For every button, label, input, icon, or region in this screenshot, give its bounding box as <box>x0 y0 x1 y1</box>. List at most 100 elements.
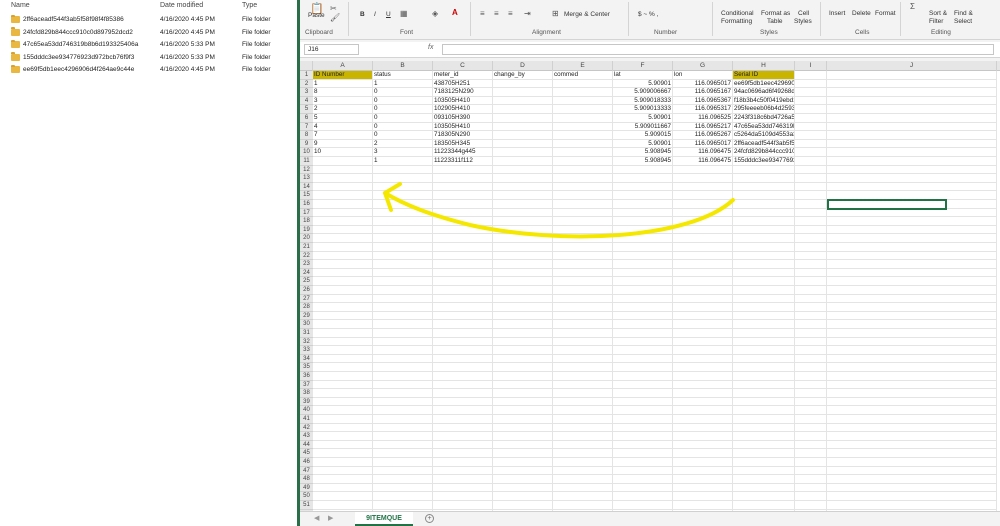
cell[interactable] <box>553 346 613 355</box>
row-header[interactable]: 48 <box>300 475 313 484</box>
cell[interactable] <box>827 208 997 218</box>
row-header[interactable]: 28 <box>300 303 313 312</box>
cell[interactable] <box>613 449 673 458</box>
cell[interactable] <box>493 148 553 157</box>
cell[interactable] <box>673 320 733 329</box>
cell[interactable] <box>373 260 433 269</box>
cell[interactable] <box>673 286 733 295</box>
cell[interactable] <box>553 329 613 338</box>
row-header[interactable]: 33 <box>300 346 313 355</box>
row-header[interactable]: 16 <box>300 200 313 209</box>
row-header[interactable]: 7 <box>300 122 313 132</box>
cell[interactable] <box>433 423 493 433</box>
cell[interactable] <box>373 208 433 218</box>
cell[interactable] <box>373 346 433 355</box>
cell[interactable] <box>313 432 373 441</box>
cell[interactable] <box>493 88 553 97</box>
row-header[interactable]: 27 <box>300 294 313 304</box>
cell[interactable] <box>795 260 827 269</box>
cell[interactable] <box>613 268 673 278</box>
cell[interactable] <box>795 174 827 183</box>
cell[interactable] <box>733 303 795 312</box>
row-header[interactable]: 39 <box>300 397 313 407</box>
row-header[interactable]: 31 <box>300 329 313 338</box>
cell[interactable]: lon <box>673 71 733 80</box>
row-header[interactable]: 46 <box>300 458 313 467</box>
cell-styles-label2[interactable]: Styles <box>794 18 812 25</box>
cell[interactable] <box>553 363 613 372</box>
cell[interactable] <box>433 483 493 493</box>
cell[interactable] <box>733 217 795 226</box>
cell[interactable] <box>795 423 827 433</box>
cell[interactable]: 438705H251 <box>433 79 493 89</box>
cell[interactable] <box>493 458 553 467</box>
cell[interactable] <box>553 372 613 381</box>
cell[interactable] <box>795 363 827 372</box>
cell[interactable]: 3 <box>373 148 433 157</box>
cell[interactable] <box>433 415 493 424</box>
cell[interactable] <box>433 397 493 407</box>
cell[interactable] <box>733 260 795 269</box>
cell[interactable] <box>373 483 433 493</box>
cell[interactable] <box>493 114 553 123</box>
cell[interactable] <box>553 475 613 484</box>
cell[interactable] <box>433 174 493 183</box>
align-left-icon[interactable]: ≡ <box>480 9 485 18</box>
cell[interactable] <box>493 217 553 226</box>
cell[interactable] <box>493 139 553 149</box>
cell[interactable]: 2 <box>373 139 433 149</box>
cell[interactable] <box>733 458 795 467</box>
cell[interactable] <box>493 397 553 407</box>
cell[interactable] <box>493 234 553 243</box>
cell[interactable] <box>433 311 493 321</box>
cell[interactable] <box>827 182 997 192</box>
cell[interactable] <box>433 337 493 347</box>
cell[interactable] <box>433 354 493 364</box>
conditional-formatting-button[interactable]: Conditional <box>721 10 754 17</box>
cell[interactable] <box>553 200 613 209</box>
format-painter-icon[interactable]: 🖌 <box>330 13 340 22</box>
cell[interactable]: 1 <box>313 79 373 89</box>
cell[interactable] <box>673 397 733 407</box>
cell[interactable] <box>613 466 673 476</box>
cell[interactable] <box>827 346 997 355</box>
cell[interactable] <box>613 406 673 415</box>
cell[interactable] <box>493 191 553 200</box>
cell[interactable]: 9 <box>313 139 373 149</box>
cell[interactable] <box>553 397 613 407</box>
cell[interactable] <box>795 501 827 510</box>
row-header[interactable]: 8 <box>300 131 313 140</box>
cell[interactable] <box>373 294 433 304</box>
selected-cell-J16[interactable] <box>827 199 947 210</box>
cell[interactable] <box>553 251 613 261</box>
cell[interactable]: 155dddc3ee934776923d972bcb76f9f3 <box>733 157 795 166</box>
cell[interactable] <box>673 466 733 476</box>
cell[interactable] <box>433 320 493 329</box>
cell[interactable] <box>613 217 673 226</box>
cell[interactable] <box>613 492 673 501</box>
cell[interactable] <box>553 423 613 433</box>
cell[interactable] <box>673 225 733 235</box>
cell[interactable] <box>433 346 493 355</box>
cell[interactable] <box>733 415 795 424</box>
row-header[interactable]: 9 <box>300 139 313 149</box>
cell[interactable]: 116.0965317 <box>673 105 733 114</box>
cell[interactable] <box>827 492 997 501</box>
row-header[interactable]: 42 <box>300 423 313 433</box>
cell[interactable] <box>493 105 553 114</box>
cell[interactable] <box>795 122 827 132</box>
format-button[interactable]: Format <box>875 10 896 17</box>
row-header[interactable]: 47 <box>300 466 313 476</box>
cell[interactable] <box>613 329 673 338</box>
row-header[interactable]: 25 <box>300 277 313 286</box>
cell[interactable] <box>493 260 553 269</box>
row-header[interactable]: 19 <box>300 225 313 235</box>
cell[interactable] <box>493 337 553 347</box>
cell[interactable] <box>313 423 373 433</box>
cell[interactable] <box>433 182 493 192</box>
column-header-I[interactable]: I <box>795 61 827 71</box>
cell[interactable] <box>673 483 733 493</box>
cell[interactable] <box>795 165 827 175</box>
cell[interactable] <box>313 251 373 261</box>
number-format-buttons[interactable]: $ ~ % , <box>638 11 658 18</box>
